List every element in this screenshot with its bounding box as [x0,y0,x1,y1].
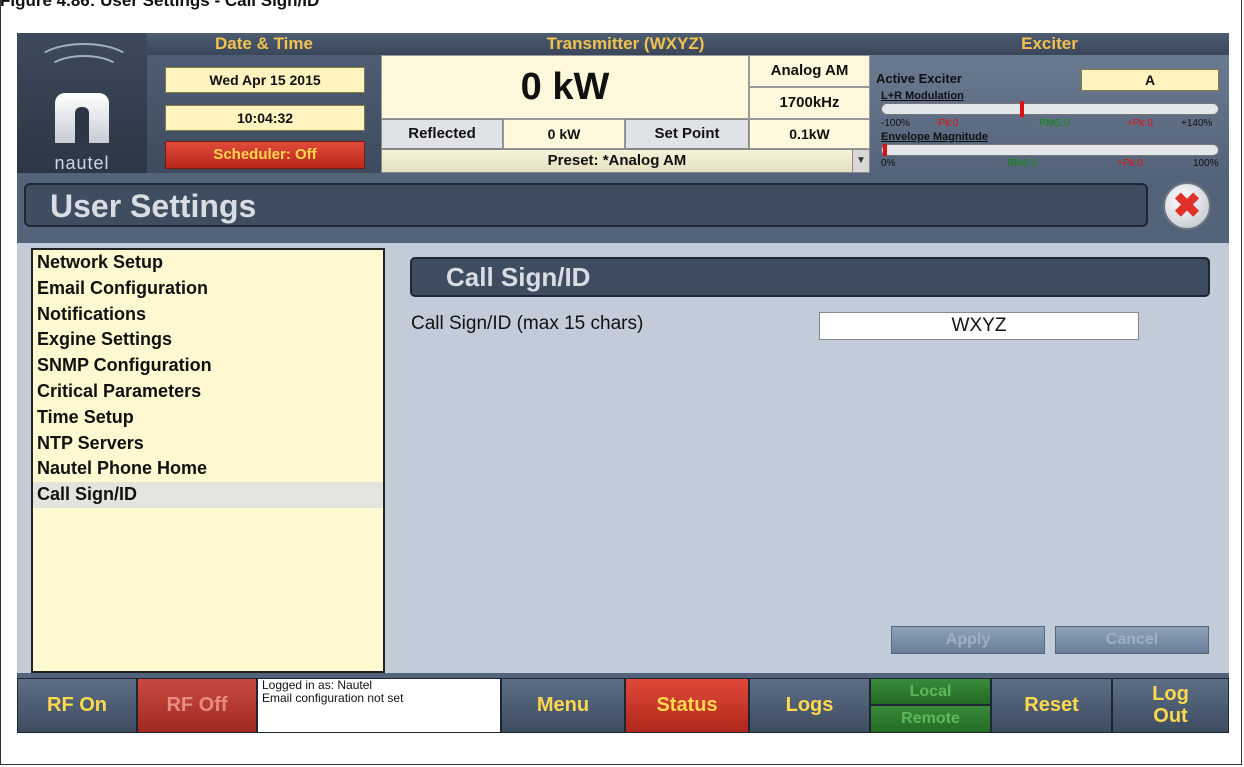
envelope-label: Envelope Magnitude [881,131,988,143]
preset-dropdown[interactable]: Preset: *Analog AM ▼ [381,149,870,173]
sidebar-item-ntp-servers[interactable]: NTP Servers [33,431,383,457]
remote-button[interactable]: Remote [870,705,991,733]
sidebar-item-time-setup[interactable]: Time Setup [33,405,383,431]
time-display: 10:04:32 [165,105,365,131]
lr-rms: RMS:0 [1039,118,1070,129]
menu-button[interactable]: Menu [501,678,625,733]
date-display: Wed Apr 15 2015 [165,67,365,93]
logs-button[interactable]: Logs [749,678,870,733]
logo-arc-icon [47,55,121,87]
logo-text: nautel [54,153,110,173]
reflected-value: 0 kW [503,119,625,149]
apply-button[interactable]: Apply [891,626,1045,654]
envelope-meter [881,144,1219,156]
nautel-logo: nautel [17,33,147,173]
close-button[interactable]: ✖ [1163,182,1211,230]
lr-modulation-meter [881,103,1219,115]
logout-label-line1: Log [1152,683,1189,705]
active-exciter-value: A [1081,69,1219,91]
close-icon: ✖ [1172,187,1202,225]
lr-modulation-marker [1020,101,1024,117]
chevron-down-icon[interactable]: ▼ [852,150,869,172]
frequency-display: 1700kHz [749,87,870,119]
lr-scale-min: -100% [881,118,910,129]
sidebar-item-exgine-settings[interactable]: Exgine Settings [33,327,383,353]
lr-scale-max: +140% [1181,118,1213,129]
call-sign-input[interactable] [819,312,1139,340]
page-title: User Settings [50,188,257,224]
env-scale-min: 0% [881,158,896,169]
logout-button[interactable]: Log Out [1112,678,1229,733]
sidebar-item-nautel-phone-home[interactable]: Nautel Phone Home [33,456,383,482]
local-button[interactable]: Local [870,678,991,705]
setpoint-value: 0.1kW [749,119,870,149]
transmitter-header: Transmitter (WXYZ) [381,33,870,56]
content-panel: Network Setup Email Configuration Notifi… [17,243,1229,673]
settings-sidebar: Network Setup Email Configuration Notifi… [31,248,385,673]
env-rms: RMS:0 [1007,158,1038,169]
envelope-marker [883,144,887,156]
logo-mark-icon [55,93,109,143]
status-button[interactable]: Status [625,678,749,733]
logout-label-line2: Out [1153,705,1188,727]
preset-label: Preset: *Analog AM [547,152,687,169]
env-scale-max: 100% [1193,158,1219,169]
cancel-button[interactable]: Cancel [1055,626,1209,654]
rf-on-button[interactable]: RF On [17,678,137,733]
call-sign-label: Call Sign/ID (max 15 chars) [411,313,644,334]
section-title: Call Sign/ID [446,262,591,292]
datetime-header: Date & Time [147,33,381,56]
power-display: 0 kW [381,55,749,119]
sidebar-item-call-sign-id[interactable]: Call Sign/ID [33,482,383,508]
active-exciter-label: Active Exciter [876,71,962,86]
sidebar-item-snmp-configuration[interactable]: SNMP Configuration [33,353,383,379]
lr-neg-peak: -Pk:0 [935,118,959,129]
sidebar-item-network-setup[interactable]: Network Setup [33,250,383,276]
reflected-label: Reflected [381,119,503,149]
exciter-header: Exciter [870,33,1229,56]
scheduler-button[interactable]: Scheduler: Off [165,141,365,169]
sidebar-item-email-configuration[interactable]: Email Configuration [33,276,383,302]
rf-off-button[interactable]: RF Off [137,678,257,733]
sidebar-item-critical-parameters[interactable]: Critical Parameters [33,379,383,405]
sidebar-item-notifications[interactable]: Notifications [33,302,383,328]
lr-pos-peak: +Pk:0 [1127,118,1153,129]
email-status-text: Email configuration not set [262,691,404,705]
section-header: Call Sign/ID [410,257,1210,297]
reset-button[interactable]: Reset [991,678,1112,733]
setpoint-label: Set Point [625,119,749,149]
lr-modulation-label: L+R Modulation [881,90,964,102]
page-title-bar: User Settings [24,183,1148,227]
mode-display: Analog AM [749,55,870,87]
env-pos-peak: +Pk:0 [1117,158,1143,169]
status-message-box: Logged in as: Nautel Email configuration… [257,678,501,733]
transmitter-ui: nautel Date & Time Wed Apr 15 2015 10:04… [17,33,1229,733]
